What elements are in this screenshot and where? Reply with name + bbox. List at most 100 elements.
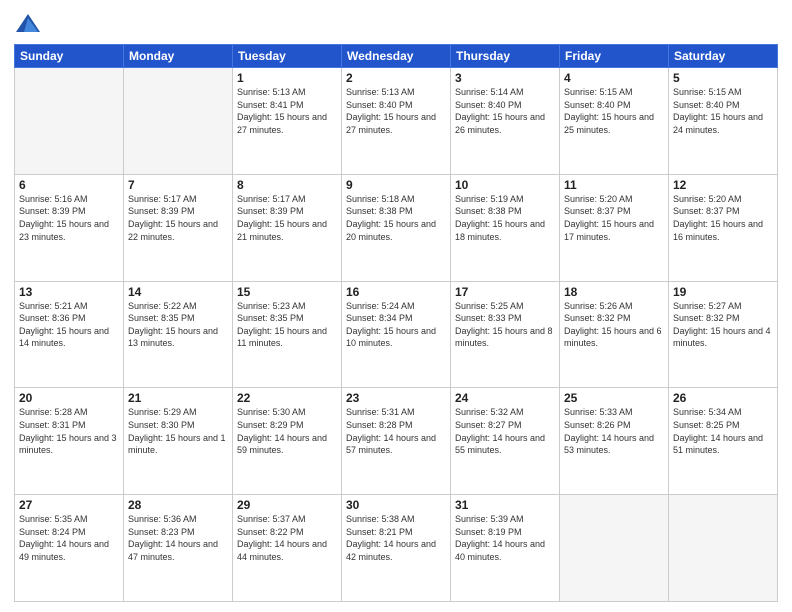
calendar-day-cell: 11Sunrise: 5:20 AMSunset: 8:37 PMDayligh… [560,174,669,281]
day-info: Sunrise: 5:25 AMSunset: 8:33 PMDaylight:… [455,300,555,350]
day-info: Sunrise: 5:13 AMSunset: 8:40 PMDaylight:… [346,86,446,136]
day-info: Sunrise: 5:30 AMSunset: 8:29 PMDaylight:… [237,406,337,456]
day-info: Sunrise: 5:20 AMSunset: 8:37 PMDaylight:… [564,193,664,243]
day-number: 30 [346,498,446,512]
calendar-day-cell: 10Sunrise: 5:19 AMSunset: 8:38 PMDayligh… [451,174,560,281]
calendar-day-cell: 14Sunrise: 5:22 AMSunset: 8:35 PMDayligh… [124,281,233,388]
logo-icon [14,10,42,38]
day-info: Sunrise: 5:26 AMSunset: 8:32 PMDaylight:… [564,300,664,350]
calendar-day-cell: 25Sunrise: 5:33 AMSunset: 8:26 PMDayligh… [560,388,669,495]
day-info: Sunrise: 5:17 AMSunset: 8:39 PMDaylight:… [128,193,228,243]
calendar-day-cell: 8Sunrise: 5:17 AMSunset: 8:39 PMDaylight… [233,174,342,281]
day-number: 20 [19,391,119,405]
day-number: 6 [19,178,119,192]
day-number: 7 [128,178,228,192]
calendar-day-cell: 7Sunrise: 5:17 AMSunset: 8:39 PMDaylight… [124,174,233,281]
day-info: Sunrise: 5:39 AMSunset: 8:19 PMDaylight:… [455,513,555,563]
day-number: 2 [346,71,446,85]
calendar-day-cell: 18Sunrise: 5:26 AMSunset: 8:32 PMDayligh… [560,281,669,388]
calendar-day-cell: 24Sunrise: 5:32 AMSunset: 8:27 PMDayligh… [451,388,560,495]
day-number: 23 [346,391,446,405]
calendar-day-cell: 26Sunrise: 5:34 AMSunset: 8:25 PMDayligh… [669,388,778,495]
day-info: Sunrise: 5:15 AMSunset: 8:40 PMDaylight:… [564,86,664,136]
day-number: 24 [455,391,555,405]
calendar-day-cell: 21Sunrise: 5:29 AMSunset: 8:30 PMDayligh… [124,388,233,495]
calendar-body: 1Sunrise: 5:13 AMSunset: 8:41 PMDaylight… [15,68,778,602]
day-number: 8 [237,178,337,192]
day-info: Sunrise: 5:22 AMSunset: 8:35 PMDaylight:… [128,300,228,350]
day-info: Sunrise: 5:33 AMSunset: 8:26 PMDaylight:… [564,406,664,456]
calendar-header: SundayMondayTuesdayWednesdayThursdayFrid… [15,45,778,68]
day-number: 16 [346,285,446,299]
calendar-day-cell: 31Sunrise: 5:39 AMSunset: 8:19 PMDayligh… [451,495,560,602]
calendar-day-cell: 2Sunrise: 5:13 AMSunset: 8:40 PMDaylight… [342,68,451,175]
day-number: 22 [237,391,337,405]
day-number: 13 [19,285,119,299]
calendar-day-cell: 30Sunrise: 5:38 AMSunset: 8:21 PMDayligh… [342,495,451,602]
day-number: 17 [455,285,555,299]
calendar-day-cell: 3Sunrise: 5:14 AMSunset: 8:40 PMDaylight… [451,68,560,175]
day-info: Sunrise: 5:29 AMSunset: 8:30 PMDaylight:… [128,406,228,456]
day-of-week-header: Saturday [669,45,778,68]
day-number: 25 [564,391,664,405]
calendar: SundayMondayTuesdayWednesdayThursdayFrid… [14,44,778,602]
day-number: 26 [673,391,773,405]
day-number: 19 [673,285,773,299]
calendar-day-cell: 4Sunrise: 5:15 AMSunset: 8:40 PMDaylight… [560,68,669,175]
day-number: 12 [673,178,773,192]
calendar-day-cell: 9Sunrise: 5:18 AMSunset: 8:38 PMDaylight… [342,174,451,281]
day-info: Sunrise: 5:13 AMSunset: 8:41 PMDaylight:… [237,86,337,136]
day-number: 10 [455,178,555,192]
day-info: Sunrise: 5:36 AMSunset: 8:23 PMDaylight:… [128,513,228,563]
calendar-day-cell: 22Sunrise: 5:30 AMSunset: 8:29 PMDayligh… [233,388,342,495]
day-info: Sunrise: 5:35 AMSunset: 8:24 PMDaylight:… [19,513,119,563]
day-of-week-header: Tuesday [233,45,342,68]
calendar-week-row: 27Sunrise: 5:35 AMSunset: 8:24 PMDayligh… [15,495,778,602]
day-info: Sunrise: 5:17 AMSunset: 8:39 PMDaylight:… [237,193,337,243]
day-number: 29 [237,498,337,512]
day-info: Sunrise: 5:14 AMSunset: 8:40 PMDaylight:… [455,86,555,136]
day-info: Sunrise: 5:21 AMSunset: 8:36 PMDaylight:… [19,300,119,350]
day-of-week-header: Sunday [15,45,124,68]
day-of-week-header: Monday [124,45,233,68]
day-number: 28 [128,498,228,512]
day-info: Sunrise: 5:38 AMSunset: 8:21 PMDaylight:… [346,513,446,563]
day-info: Sunrise: 5:34 AMSunset: 8:25 PMDaylight:… [673,406,773,456]
day-of-week-header: Friday [560,45,669,68]
calendar-day-cell: 20Sunrise: 5:28 AMSunset: 8:31 PMDayligh… [15,388,124,495]
calendar-day-cell: 27Sunrise: 5:35 AMSunset: 8:24 PMDayligh… [15,495,124,602]
day-number: 31 [455,498,555,512]
day-info: Sunrise: 5:15 AMSunset: 8:40 PMDaylight:… [673,86,773,136]
day-info: Sunrise: 5:32 AMSunset: 8:27 PMDaylight:… [455,406,555,456]
day-info: Sunrise: 5:27 AMSunset: 8:32 PMDaylight:… [673,300,773,350]
calendar-day-cell [560,495,669,602]
day-number: 3 [455,71,555,85]
calendar-day-cell: 17Sunrise: 5:25 AMSunset: 8:33 PMDayligh… [451,281,560,388]
page: SundayMondayTuesdayWednesdayThursdayFrid… [0,0,792,612]
day-number: 9 [346,178,446,192]
calendar-week-row: 20Sunrise: 5:28 AMSunset: 8:31 PMDayligh… [15,388,778,495]
day-number: 15 [237,285,337,299]
day-info: Sunrise: 5:23 AMSunset: 8:35 PMDaylight:… [237,300,337,350]
calendar-day-cell [669,495,778,602]
day-info: Sunrise: 5:19 AMSunset: 8:38 PMDaylight:… [455,193,555,243]
day-info: Sunrise: 5:16 AMSunset: 8:39 PMDaylight:… [19,193,119,243]
day-info: Sunrise: 5:28 AMSunset: 8:31 PMDaylight:… [19,406,119,456]
calendar-week-row: 1Sunrise: 5:13 AMSunset: 8:41 PMDaylight… [15,68,778,175]
logo [14,10,44,38]
header [14,10,778,38]
day-number: 14 [128,285,228,299]
day-info: Sunrise: 5:20 AMSunset: 8:37 PMDaylight:… [673,193,773,243]
day-number: 21 [128,391,228,405]
day-number: 27 [19,498,119,512]
day-info: Sunrise: 5:24 AMSunset: 8:34 PMDaylight:… [346,300,446,350]
day-number: 5 [673,71,773,85]
calendar-day-cell: 19Sunrise: 5:27 AMSunset: 8:32 PMDayligh… [669,281,778,388]
calendar-day-cell: 12Sunrise: 5:20 AMSunset: 8:37 PMDayligh… [669,174,778,281]
day-number: 18 [564,285,664,299]
day-number: 1 [237,71,337,85]
day-info: Sunrise: 5:31 AMSunset: 8:28 PMDaylight:… [346,406,446,456]
day-of-week-header: Thursday [451,45,560,68]
calendar-day-cell: 28Sunrise: 5:36 AMSunset: 8:23 PMDayligh… [124,495,233,602]
day-info: Sunrise: 5:18 AMSunset: 8:38 PMDaylight:… [346,193,446,243]
